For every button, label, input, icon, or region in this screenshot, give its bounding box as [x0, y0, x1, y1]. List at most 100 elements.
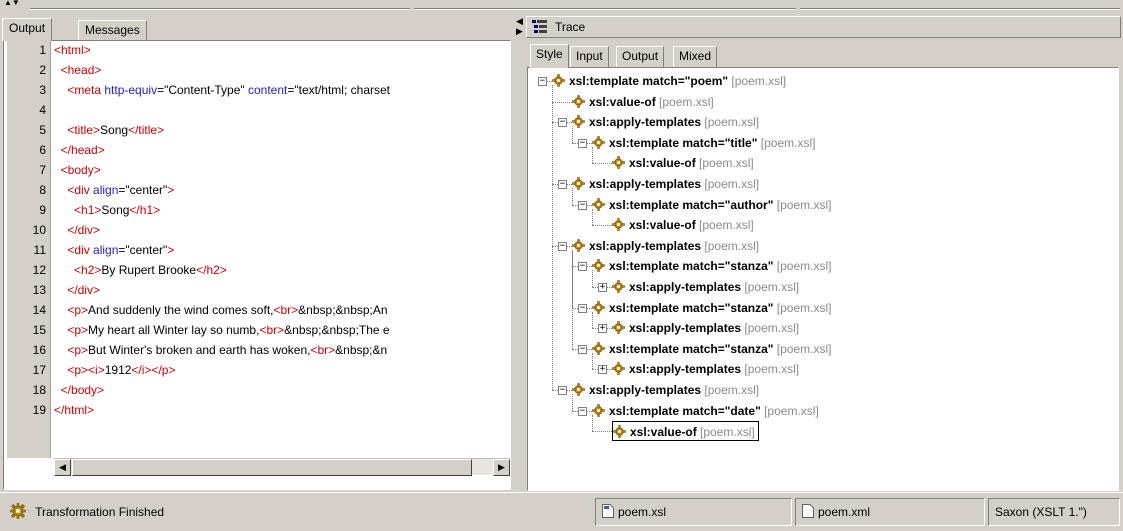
collapse-icon[interactable]: − — [538, 77, 547, 86]
tree-node[interactable]: xsl:apply-templates [poem.xsl] — [612, 318, 799, 338]
tree-node[interactable]: xsl:template match="stanza" [poem.xsl] — [592, 256, 831, 276]
tab-mixed[interactable]: Mixed — [673, 46, 718, 67]
gear-icon — [612, 279, 625, 293]
tree-node[interactable]: xsl:template match="poem" [poem.xsl] — [552, 71, 786, 91]
tab-output[interactable]: Output — [2, 18, 53, 41]
node-label: xsl:apply-templates — [629, 362, 742, 377]
node-label: xsl:apply-templates — [589, 383, 702, 397]
code-tag: <div — [67, 243, 94, 257]
tab-messages[interactable]: Messages — [78, 20, 147, 40]
node-source: [poem.xsl] — [695, 156, 754, 171]
node-source: [poem.xsl] — [728, 74, 787, 88]
horizontal-scrollbar[interactable]: ◀ ▶ — [54, 458, 510, 476]
collapse-icon[interactable]: − — [578, 262, 587, 272]
line-number: 12 — [32, 263, 46, 277]
code-text: &nbsp;&n — [335, 343, 388, 357]
tab-output-trace[interactable]: Output — [616, 46, 665, 67]
code-line: <body> — [54, 160, 509, 180]
collapse-icon[interactable]: − — [558, 386, 567, 395]
code-line: <meta http-equiv="Content-Type" content=… — [54, 80, 509, 100]
tab-style[interactable]: Style — [530, 44, 569, 68]
code-text: ="center" — [118, 183, 168, 197]
code-line: <p>My heart all Winter lay so numb,<br>&… — [54, 320, 509, 340]
tree-node[interactable]: xsl:template match="stanza" [poem.xsl] — [592, 298, 831, 318]
expand-icon[interactable]: + — [598, 365, 607, 375]
collapse-icon[interactable]: − — [578, 138, 587, 148]
code-attribute: align — [93, 183, 119, 197]
top-toolbar-strip: ▲▼ — [0, 0, 1123, 14]
strip-divider — [414, 8, 796, 10]
expand-icon[interactable]: + — [598, 324, 607, 334]
tree-node[interactable]: xsl:apply-templates [poem.xsl] — [612, 359, 799, 379]
tree-connector — [592, 208, 593, 226]
gear-icon — [613, 424, 626, 439]
gear-icon — [612, 361, 625, 376]
scroll-right-icon[interactable]: ▶ — [493, 459, 510, 476]
node-label: xsl:template match="stanza" — [609, 341, 774, 356]
scroll-thumb[interactable] — [72, 459, 472, 476]
status-text: Transformation Finished — [35, 505, 165, 519]
code-line: <div align="center"> — [54, 240, 509, 260]
xml-file-panel[interactable]: poem.xml — [795, 498, 985, 526]
collapse-icon[interactable]: − — [578, 303, 587, 313]
line-number: 10 — [32, 223, 46, 237]
code-text: ="Content-Type" — [157, 83, 248, 97]
collapse-icon[interactable]: − — [558, 118, 567, 128]
node-label: xsl:value-of — [629, 156, 696, 171]
tree-node[interactable]: xsl:template match="date" [poem.xsl] — [592, 401, 819, 421]
collapse-icon[interactable]: − — [578, 200, 587, 210]
collapse-icon[interactable]: − — [558, 180, 567, 189]
tree-connector — [592, 225, 612, 227]
node-source: [poem.xsl] — [773, 300, 832, 315]
trace-header: Trace — [526, 16, 1121, 38]
code-text: Song — [101, 203, 130, 217]
code-tag: <h1> — [74, 203, 102, 217]
processor-panel[interactable]: Saxon (XSLT 1.") — [988, 498, 1120, 526]
tree-connector — [592, 352, 593, 370]
gear-icon — [592, 300, 605, 314]
collapse-icon[interactable]: − — [558, 241, 567, 251]
code-tag: </html> — [54, 403, 95, 417]
gear-icon — [572, 114, 585, 129]
line-number-gutter: 1 2 3 4 5 6 7 8 9 10 11 12 13 14 15 16 17 18 19 — [7, 40, 51, 458]
panel-splitter[interactable]: ◀ ▶ — [516, 14, 524, 492]
tree-node[interactable]: xsl:value-of [poem.xsl] — [612, 153, 754, 173]
code-tag: <p> — [67, 323, 89, 337]
stylesheet-file-panel[interactable]: poem.xsl — [595, 498, 792, 526]
collapse-icon[interactable]: − — [578, 406, 587, 416]
tree-node[interactable]: xsl:apply-templates [poem.xsl] — [612, 277, 799, 297]
code-line: <title>Song</title> — [54, 120, 509, 140]
code-tag: <head> — [60, 63, 102, 77]
node-source: [poem.xsl] — [701, 383, 760, 397]
tree-connector — [592, 431, 612, 433]
tree-node[interactable]: xsl:apply-templates [poem.xsl] — [572, 236, 759, 256]
code-content[interactable]: <html> <head> <meta http-equiv="Content-… — [54, 40, 509, 458]
tree-connector — [572, 188, 573, 205]
splitter-right-arrow-icon[interactable]: ▶ — [516, 26, 523, 37]
status-message: Transformation Finished — [10, 503, 164, 523]
node-label: xsl:value-of — [589, 94, 656, 109]
node-label: xsl:apply-templates — [629, 280, 742, 294]
collapse-icon[interactable]: − — [578, 344, 587, 354]
code-text: By Rupert Brooke — [101, 263, 197, 277]
tree-node[interactable]: xsl:value-of [poem.xsl] — [572, 92, 714, 112]
tree-node[interactable]: xsl:template match="stanza" [poem.xsl] — [592, 339, 831, 359]
tab-input[interactable]: Input — [570, 46, 609, 67]
line-number: 13 — [32, 283, 46, 297]
tree-node[interactable]: xsl:apply-templates [poem.xsl] — [572, 380, 759, 400]
scroll-left-icon[interactable]: ◀ — [54, 459, 71, 476]
tree-node[interactable]: xsl:template match="title" [poem.xsl] — [592, 133, 815, 153]
tree-node[interactable]: xsl:apply-templates [poem.xsl] — [572, 174, 759, 194]
node-label: xsl:template match="title" — [609, 135, 758, 150]
line-number: 4 — [39, 103, 46, 117]
tree-node[interactable]: xsl:apply-templates [poem.xsl] — [572, 112, 759, 132]
trace-tree[interactable]: − xsl:template match="poem" [poem.xsl] xsl… — [527, 67, 1119, 491]
expand-icon[interactable]: + — [598, 283, 607, 292]
code-tag: <br> — [259, 323, 285, 337]
collapse-arrows-icon[interactable]: ▲▼ — [4, 0, 20, 7]
tree-node[interactable]: xsl:template match="author" [poem.xsl] — [592, 195, 831, 215]
tree-node[interactable]: xsl:value-of [poem.xsl] — [612, 215, 754, 235]
tree-node[interactable]: xsl:value-of [poem.xsl] — [612, 421, 759, 442]
